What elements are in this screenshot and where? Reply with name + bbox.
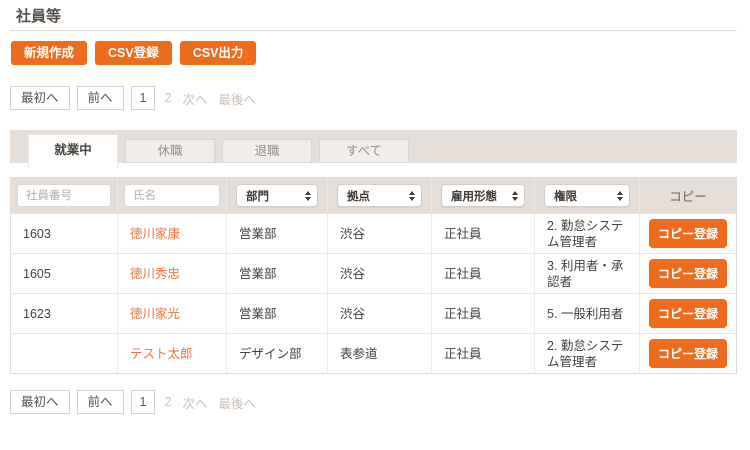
- department-filter-label: 部門: [246, 190, 269, 203]
- copy-register-button[interactable]: コピー登録: [648, 219, 727, 248]
- employee-no-cell: 1605: [11, 254, 118, 293]
- pagination-next-button[interactable]: 次へ: [180, 393, 209, 412]
- pagination-page-2[interactable]: 2: [162, 395, 173, 409]
- pagination-page-1[interactable]: 1: [130, 390, 156, 414]
- tab-on-leave[interactable]: 休職: [125, 139, 215, 163]
- table-body: 1603 徳川家康 営業部 渋谷 正社員 2. 勤怠システム管理者 コピー登録 …: [11, 213, 736, 373]
- updown-icon: [305, 190, 311, 201]
- employee-no-cell: 1623: [11, 294, 118, 333]
- employee-list-page: 社員等 新規作成 CSV登録 CSV出力 最初へ 前へ 1 2 次へ 最後へ 就…: [0, 0, 750, 450]
- employee-no-cell: [11, 334, 118, 373]
- department-filter-cell: 部門: [227, 178, 328, 213]
- location-filter-select[interactable]: 拠点: [337, 184, 422, 207]
- pagination-last-button[interactable]: 最後へ: [216, 89, 258, 108]
- copy-register-button[interactable]: コピー登録: [648, 299, 727, 328]
- employment-type-filter-select[interactable]: 雇用形態: [441, 184, 525, 207]
- location-cell: 表参道: [328, 334, 432, 373]
- csv-export-button[interactable]: CSV出力: [179, 41, 257, 65]
- copy-column-header: コピー: [669, 190, 707, 204]
- employment-type-cell: 正社員: [432, 254, 535, 293]
- employee-name-link[interactable]: テスト太郎: [130, 346, 193, 362]
- status-tab-bar: 就業中 休職 退職 すべて: [10, 130, 737, 168]
- permission-filter-label: 権限: [554, 190, 577, 203]
- page-title: 社員等: [16, 8, 62, 25]
- employee-no-filter-cell: [11, 178, 118, 213]
- department-cell: 営業部: [227, 214, 328, 253]
- name-filter-cell: [118, 178, 227, 213]
- tab-retired[interactable]: 退職: [222, 139, 312, 163]
- pagination-top: 最初へ 前へ 1 2 次へ 最後へ: [10, 86, 258, 110]
- location-cell: 渋谷: [328, 294, 432, 333]
- table-row: 1605 徳川秀忠 営業部 渋谷 正社員 3. 利用者・承認者 コピー登録: [11, 253, 736, 293]
- location-filter-label: 拠点: [347, 190, 370, 203]
- employee-name-link[interactable]: 徳川家光: [130, 306, 180, 322]
- updown-icon: [512, 190, 518, 201]
- department-cell: デザイン部: [227, 334, 328, 373]
- table-row: テスト太郎 デザイン部 表参道 正社員 2. 勤怠システム管理者 コピー登録: [11, 333, 736, 373]
- pagination-last-button[interactable]: 最後へ: [216, 393, 258, 412]
- copy-register-button[interactable]: コピー登録: [648, 259, 727, 288]
- pagination-prev-button[interactable]: 前へ: [76, 86, 124, 110]
- updown-icon: [617, 190, 623, 201]
- permission-cell: 3. 利用者・承認者: [535, 254, 640, 293]
- toolbar: 新規作成 CSV登録 CSV出力: [11, 41, 257, 65]
- employment-type-filter-label: 雇用形態: [451, 190, 497, 203]
- employee-no-filter-input[interactable]: [17, 184, 111, 207]
- permission-filter-cell: 権限: [535, 178, 640, 213]
- tab-all[interactable]: すべて: [319, 139, 409, 163]
- employment-type-cell: 正社員: [432, 294, 535, 333]
- location-cell: 渋谷: [328, 214, 432, 253]
- table-row: 1603 徳川家康 営業部 渋谷 正社員 2. 勤怠システム管理者 コピー登録: [11, 213, 736, 253]
- pagination-first-button[interactable]: 最初へ: [10, 86, 70, 110]
- department-filter-select[interactable]: 部門: [236, 184, 318, 207]
- pagination-first-button[interactable]: 最初へ: [10, 390, 70, 414]
- permission-cell: 5. 一般利用者: [535, 294, 640, 333]
- pagination-page-1[interactable]: 1: [130, 86, 156, 110]
- employment-type-filter-cell: 雇用形態: [432, 178, 535, 213]
- status-tabs: 就業中 休職 退職 すべて: [28, 130, 409, 168]
- name-filter-input[interactable]: [124, 184, 220, 207]
- employment-type-cell: 正社員: [432, 214, 535, 253]
- employee-table: 部門 拠点 雇用形態 権限: [10, 177, 737, 374]
- pagination-page-2[interactable]: 2: [162, 91, 173, 105]
- employee-no-cell: 1603: [11, 214, 118, 253]
- pagination-prev-button[interactable]: 前へ: [76, 390, 124, 414]
- pagination-bottom: 最初へ 前へ 1 2 次へ 最後へ: [10, 390, 258, 414]
- permission-filter-select[interactable]: 権限: [544, 184, 630, 207]
- employee-name-link[interactable]: 徳川秀忠: [130, 266, 180, 282]
- csv-import-button[interactable]: CSV登録: [95, 41, 172, 65]
- tab-working[interactable]: 就業中: [28, 134, 118, 168]
- create-new-button[interactable]: 新規作成: [11, 41, 88, 65]
- department-cell: 営業部: [227, 294, 328, 333]
- employment-type-cell: 正社員: [432, 334, 535, 373]
- location-cell: 渋谷: [328, 254, 432, 293]
- table-row: 1623 徳川家光 営業部 渋谷 正社員 5. 一般利用者 コピー登録: [11, 293, 736, 333]
- updown-icon: [409, 190, 415, 201]
- table-header-row: 部門 拠点 雇用形態 権限: [11, 178, 736, 213]
- employee-name-link[interactable]: 徳川家康: [130, 226, 180, 242]
- title-divider: [10, 30, 737, 31]
- permission-cell: 2. 勤怠システム管理者: [535, 334, 640, 373]
- location-filter-cell: 拠点: [328, 178, 432, 213]
- permission-cell: 2. 勤怠システム管理者: [535, 214, 640, 253]
- pagination-next-button[interactable]: 次へ: [180, 89, 209, 108]
- copy-register-button[interactable]: コピー登録: [648, 339, 727, 368]
- department-cell: 営業部: [227, 254, 328, 293]
